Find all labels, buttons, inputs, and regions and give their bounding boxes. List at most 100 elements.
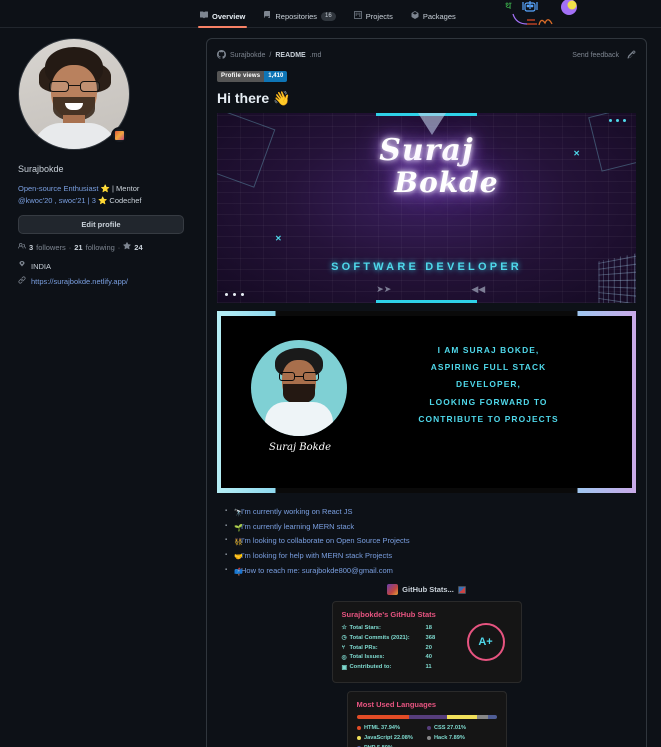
followers-row: 3 followers · 21 following · 24 xyxy=(18,242,184,252)
bio-line2: @kwoc'20 , swoc'21 | 3 xyxy=(18,195,96,205)
stat-label: Contributed to: xyxy=(349,664,392,671)
about-line-2: ASPIRING FULL STACK xyxy=(430,362,547,373)
list-item: CSS 27.01% xyxy=(426,725,497,731)
list-item: Hack 7.89% xyxy=(426,735,497,742)
table-row: ⑂ Total PRs: 20 xyxy=(342,645,446,651)
readme-owner[interactable]: Surajbokde xyxy=(230,52,265,59)
readme-filename[interactable]: README xyxy=(275,52,305,59)
readme-card: Surajbokde / README .md Send feedback Pr… xyxy=(206,38,647,747)
location-label: INDIA xyxy=(31,261,52,271)
handshake-icon: 🤝 xyxy=(234,553,243,561)
people-icon xyxy=(18,242,26,252)
list-item: 🌱 I'm currently learning MERN stack xyxy=(225,520,636,535)
about-facts-list: 🔭 I'm currently working on React JS 🌱 I'… xyxy=(207,493,646,580)
list-item: 🤝 I'm looking for help with MERN stack P… xyxy=(225,549,636,564)
profile-page: Surajbokde Open-source Enthusiast ⭐ | Me… xyxy=(0,28,661,747)
location-row: INDIA xyxy=(18,261,184,271)
stars-count[interactable]: 24 xyxy=(134,243,142,252)
send-feedback-link[interactable]: Send feedback xyxy=(572,52,619,59)
decorative-doodle: थ xyxy=(505,0,577,26)
stat-label: Total Stars: xyxy=(349,624,381,631)
stat-label: Total Issues: xyxy=(349,654,385,661)
tab-overview-label: Overview xyxy=(212,11,246,21)
list-item: 👯 I'm looking to collaborate on Open Sou… xyxy=(225,534,636,549)
contribution-icon: ▣ xyxy=(341,664,348,671)
star-icon: ☆ xyxy=(341,625,347,632)
profile-views-count: 1,410 xyxy=(264,70,288,82)
table-row: ◎ Total Issues: 40 xyxy=(342,654,446,661)
languages-card-title: Most Used Languages xyxy=(356,700,437,710)
tab-projects[interactable]: Projects xyxy=(352,11,395,27)
status-emoji-icon xyxy=(115,131,124,140)
svg-text:थ: थ xyxy=(505,1,512,12)
lang-bar-segment xyxy=(446,715,478,720)
website-link[interactable]: https://surajbokde.netlify.app/ xyxy=(31,277,128,286)
dancers-icon: 👯 xyxy=(234,539,243,547)
tab-projects-label: Projects xyxy=(365,11,393,21)
table-row: ▣ Contributed to: 11 xyxy=(342,664,446,671)
pencil-icon[interactable] xyxy=(627,46,636,64)
link-icon xyxy=(18,276,26,286)
lang-label: JavaScript 22.08% xyxy=(364,735,413,742)
greeting-text: Hi there xyxy=(217,90,270,106)
about-line-5: CONTRIBUTE TO PROJECTS xyxy=(418,413,559,424)
tab-repositories[interactable]: Repositories 16 xyxy=(261,11,337,27)
lang-color-dot xyxy=(356,735,361,741)
readme-actions: Send feedback xyxy=(572,46,636,64)
following-label[interactable]: following xyxy=(86,243,115,252)
fact-text: How to reach me: xyxy=(241,565,300,575)
profile-views-label: Profile views xyxy=(217,70,265,82)
profile-nav-bar: Overview Repositories 16 Projects Packag… xyxy=(0,0,661,28)
followers-label[interactable]: followers xyxy=(36,243,66,252)
seedling-icon: 🌱 xyxy=(234,524,243,532)
arrow-right-icon: ➤➤ xyxy=(376,284,392,294)
telescope-icon: 🔭 xyxy=(234,510,243,517)
list-item: 📫 How to reach me: surajbokde800@gmail.c… xyxy=(225,564,636,579)
package-icon xyxy=(411,11,419,21)
lang-color-dot xyxy=(426,735,431,741)
status-badge[interactable] xyxy=(111,127,128,144)
profile-tabs: Overview Repositories 16 Projects Packag… xyxy=(198,0,458,28)
stat-value: 18 xyxy=(425,624,432,631)
website-row: https://surajbokde.netlify.app/ xyxy=(18,276,184,286)
pull-request-icon: ⑂ xyxy=(341,644,346,651)
waving-hand-icon: 👋 xyxy=(273,90,291,106)
x-mark-icon-2: ✕ xyxy=(275,234,282,243)
lang-label: Hack 7.89% xyxy=(434,735,465,742)
lang-bar-segment xyxy=(477,715,489,720)
profile-display-name: Surajbokde xyxy=(18,164,64,174)
about-line-1: I AM SURAJ BOKDE, xyxy=(437,345,540,355)
list-item: 🔭 I'm currently working on React JS xyxy=(225,505,636,520)
fact-text: I'm currently working on React JS xyxy=(241,507,353,516)
lang-label: HTML 37.94% xyxy=(364,725,400,732)
bio-codechef: Codechef xyxy=(109,195,142,205)
banner-name: Suraj Bokde xyxy=(217,136,636,196)
project-board-icon xyxy=(353,11,362,21)
most-used-languages-card: Most Used Languages HTML 37.94% CSS 27.0… xyxy=(346,691,507,747)
tab-packages[interactable]: Packages xyxy=(409,11,458,27)
fact-text: I'm looking for help with MERN stack Pro… xyxy=(241,550,393,560)
mailbox-icon: 📫 xyxy=(234,568,243,576)
tab-overview[interactable]: Overview xyxy=(198,11,248,28)
about-banner-image: Suraj Bokde I AM SURAJ BOKDE, ASPIRING F… xyxy=(217,311,636,493)
arrow-left-icon: ◀◀ xyxy=(471,284,486,294)
broken-image-icon xyxy=(457,585,466,594)
stat-label: Total Commits (2021): xyxy=(349,634,410,641)
about-line-3: DEVELOPER, xyxy=(456,379,521,390)
edit-profile-button[interactable]: Edit profile xyxy=(18,215,184,235)
fact-text: I'm currently learning MERN stack xyxy=(241,521,355,531)
repositories-count-badge: 16 xyxy=(321,11,336,21)
about-line-4: LOOKING FORWARD TO xyxy=(429,396,548,407)
stat-value: 368 xyxy=(425,634,436,641)
github-stats-heading: GitHub Stats... xyxy=(207,580,646,601)
table-row: ◷ Total Commits (2021): 368 xyxy=(341,634,446,642)
readme-separator: / xyxy=(269,51,272,59)
following-count[interactable]: 21 xyxy=(74,243,82,252)
email-link[interactable]: surajbokde800@gmail.com xyxy=(302,566,393,575)
star-icon xyxy=(123,242,132,252)
github-stats-label: GitHub Stats... xyxy=(402,585,454,595)
history-icon: ◷ xyxy=(341,635,347,642)
followers-count[interactable]: 3 xyxy=(29,243,33,252)
lang-bar-segment xyxy=(488,715,497,720)
lang-bar-segment xyxy=(409,715,447,720)
